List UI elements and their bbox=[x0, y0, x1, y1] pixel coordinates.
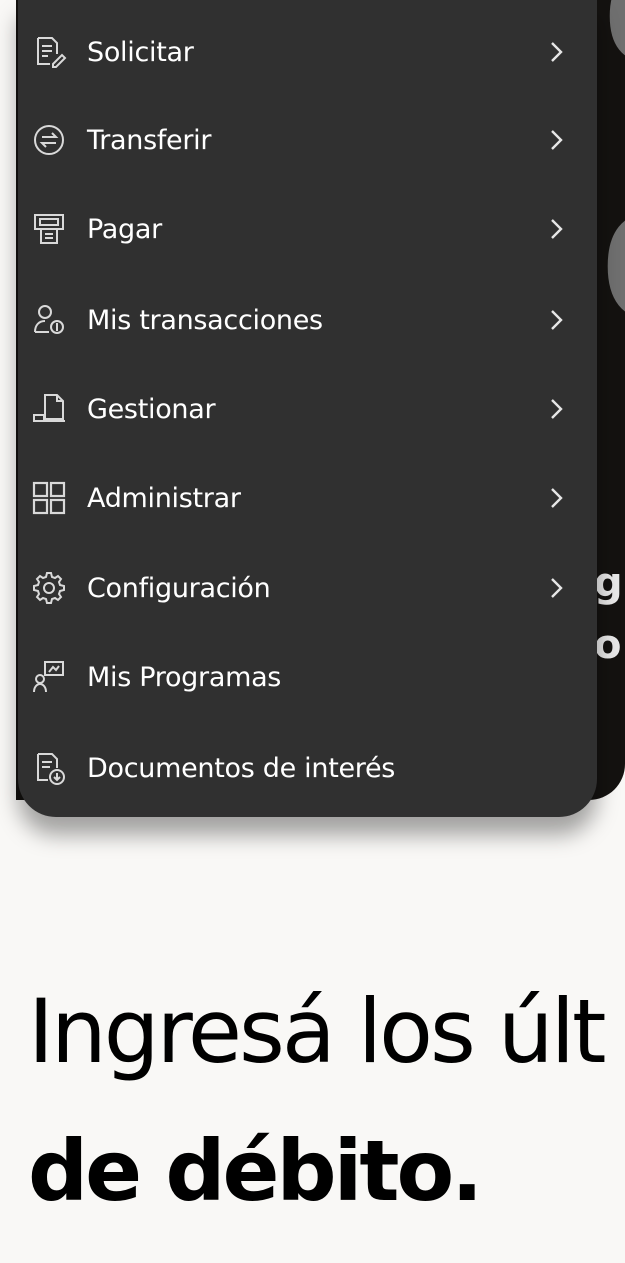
menu-item-label: Mis Programas bbox=[87, 661, 282, 693]
menu-item-documentos-de-interes[interactable]: Documentos de interés bbox=[18, 723, 597, 813]
menu-item-label: Documentos de interés bbox=[87, 752, 396, 784]
documents-download-icon bbox=[28, 747, 70, 789]
page-heading-line2: de débito. bbox=[28, 1122, 483, 1220]
transfer-icon bbox=[28, 119, 70, 161]
menu-item-label: Mis transacciones bbox=[87, 304, 323, 336]
menu-item-solicitar[interactable]: Solicitar bbox=[18, 7, 597, 97]
background-digit: 0 bbox=[601, 200, 625, 340]
menu-item-label: Gestionar bbox=[87, 393, 216, 425]
menu-item-label: Configuración bbox=[87, 572, 271, 604]
chevron-right-icon bbox=[546, 125, 568, 155]
navigation-menu: Solicitar Transferir Pagar Mis transacci… bbox=[18, 0, 597, 817]
gear-icon bbox=[28, 567, 70, 609]
menu-item-gestionar[interactable]: Gestionar bbox=[18, 364, 597, 454]
chevron-right-icon bbox=[546, 573, 568, 603]
menu-item-configuracion[interactable]: Configuración bbox=[18, 543, 597, 633]
chevron-right-icon bbox=[546, 305, 568, 335]
background-text: g bbox=[594, 560, 623, 606]
chevron-right-icon bbox=[546, 394, 568, 424]
menu-item-transferir[interactable]: Transferir bbox=[18, 95, 597, 185]
user-transactions-icon bbox=[28, 299, 70, 341]
grid-icon bbox=[28, 477, 70, 519]
payment-terminal-icon bbox=[28, 208, 70, 250]
page-heading-line1: Ingresá los últ bbox=[28, 980, 607, 1083]
background-digit: 0 bbox=[604, 0, 625, 80]
menu-item-label: Solicitar bbox=[87, 36, 194, 68]
menu-item-mis-transacciones[interactable]: Mis transacciones bbox=[18, 275, 597, 365]
chevron-right-icon bbox=[546, 37, 568, 67]
menu-item-pagar[interactable]: Pagar bbox=[18, 184, 597, 274]
menu-item-mis-programas[interactable]: Mis Programas bbox=[18, 632, 597, 722]
request-document-icon bbox=[28, 31, 70, 73]
chevron-right-icon bbox=[546, 214, 568, 244]
programs-icon bbox=[28, 656, 70, 698]
manage-document-icon bbox=[28, 388, 70, 430]
background-text: o bbox=[594, 622, 622, 668]
menu-item-label: Pagar bbox=[87, 213, 162, 245]
menu-item-label: Administrar bbox=[87, 482, 241, 514]
menu-item-administrar[interactable]: Administrar bbox=[18, 453, 597, 543]
chevron-right-icon bbox=[546, 483, 568, 513]
menu-item-label: Transferir bbox=[87, 124, 212, 156]
